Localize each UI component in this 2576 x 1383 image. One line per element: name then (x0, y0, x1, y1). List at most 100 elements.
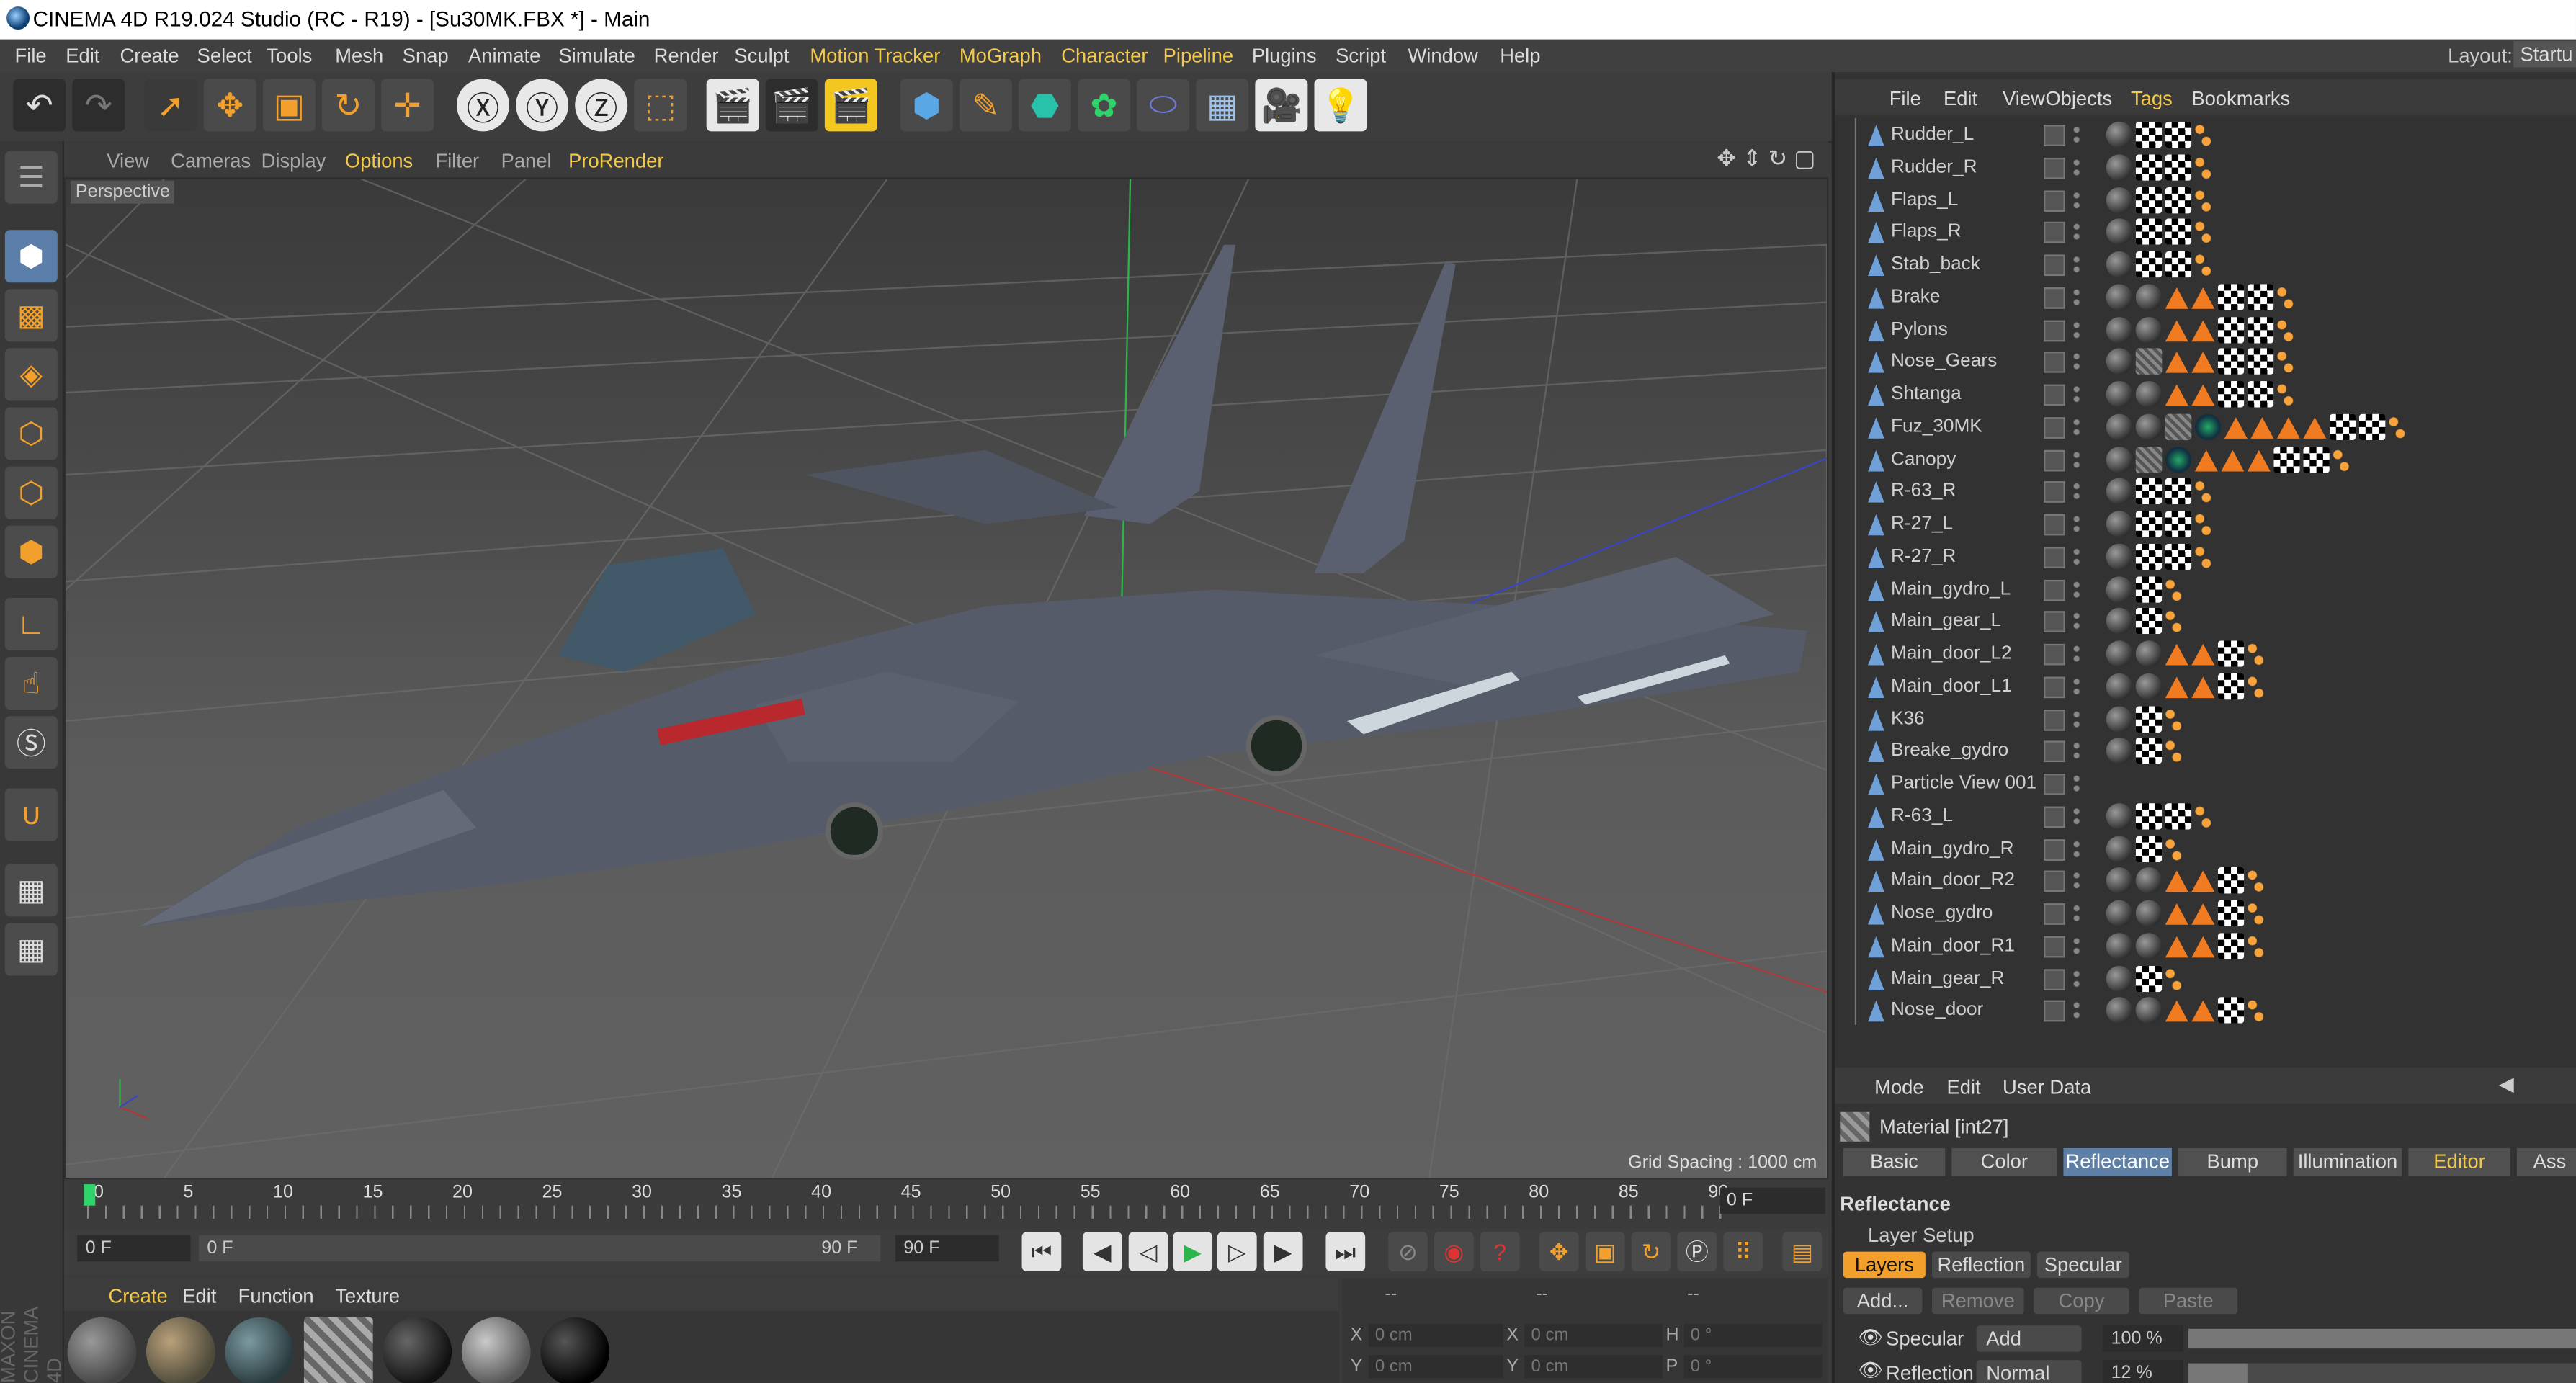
snap-magnet-icon[interactable]: ∪ (4, 788, 58, 841)
texture-tag-icon[interactable] (2217, 997, 2245, 1024)
scale-icon[interactable]: ▣ (262, 79, 316, 132)
texture-tag-icon[interactable] (2135, 738, 2163, 764)
specular-layer-tab[interactable]: Specular (2036, 1251, 2129, 1279)
texture-tag-icon[interactable] (2217, 381, 2245, 408)
object-row[interactable]: Main_door_R2 (1835, 866, 2576, 897)
phong-tag-icon[interactable] (2247, 932, 2264, 959)
planar-workplane-icon[interactable]: ▦ (4, 923, 58, 976)
reflection-strength-field[interactable]: 12 % (2103, 1360, 2183, 1383)
texture-tag-icon[interactable] (2135, 543, 2163, 570)
redo-icon[interactable]: ↷ (72, 79, 125, 132)
go-to-end-icon[interactable]: ⏭ (1325, 1232, 1366, 1271)
object-row[interactable]: R-27_R (1835, 542, 2576, 573)
texture-tag-icon[interactable] (2135, 121, 2163, 148)
deformer-icon[interactable]: ⬭ (1137, 79, 1190, 132)
object-row[interactable]: Flaps_L (1835, 185, 2576, 216)
start-frame-field[interactable]: 0 F (77, 1235, 191, 1262)
editor-visibility-icon[interactable] (2044, 189, 2065, 212)
editor-visibility-icon[interactable] (2044, 384, 2065, 406)
back-arrow-icon[interactable]: ◀ (2499, 1073, 2514, 1096)
phong-tag-icon[interactable] (2276, 381, 2294, 408)
key-scale-icon[interactable]: ▣ (1585, 1232, 1625, 1271)
texture-tag-icon[interactable] (2165, 543, 2192, 570)
object-row[interactable]: Breake_gydro (1835, 736, 2576, 767)
uvw-tag-icon[interactable] (2165, 413, 2192, 440)
obj-menu-file[interactable]: File (1889, 87, 1921, 110)
visibility-dots-icon[interactable] (2073, 774, 2080, 794)
mat-menu-edit[interactable]: Edit (182, 1284, 216, 1307)
visibility-dots-icon[interactable] (2073, 254, 2080, 274)
texture-tag-icon[interactable] (2135, 478, 2163, 505)
tab-illumination[interactable]: Illumination (2293, 1147, 2402, 1176)
add-layer-button[interactable]: Add... (1843, 1287, 1923, 1315)
material-ball[interactable] (67, 1317, 137, 1383)
material-tag-icon[interactable] (2106, 964, 2133, 992)
select-cursor-icon[interactable]: ➚ (144, 79, 197, 132)
material-tag-icon[interactable] (2135, 283, 2163, 310)
visibility-dots-icon[interactable] (2073, 643, 2080, 664)
material-tag-icon[interactable] (2106, 348, 2133, 375)
editor-visibility-icon[interactable] (2044, 481, 2065, 503)
texture-tag-icon[interactable] (2303, 446, 2330, 473)
visibility-dots-icon[interactable] (2073, 157, 2080, 177)
editor-visibility-icon[interactable] (2044, 416, 2065, 439)
menu-tools[interactable]: Tools (266, 45, 312, 68)
visibility-dots-icon[interactable] (2073, 871, 2080, 891)
reflection-blend-mode[interactable]: Normal (1976, 1360, 2082, 1383)
vp-menu-options[interactable]: Options (345, 150, 413, 173)
polygons-mode-icon[interactable]: ⬢ (4, 525, 58, 578)
reflection-strength-slider[interactable] (2188, 1363, 2576, 1383)
object-row[interactable]: Main_gear_R (1835, 963, 2576, 994)
3d-viewport[interactable]: Perspective Grid Spacing : 1000 cm (63, 177, 1829, 1180)
phong-tag-icon[interactable] (2388, 413, 2405, 440)
material-tag-icon[interactable] (2106, 121, 2133, 148)
phong-warning-tag-icon[interactable] (2165, 936, 2188, 957)
attr-menu-edit[interactable]: Edit (1947, 1076, 1981, 1099)
phong-tag-icon[interactable] (2165, 964, 2182, 992)
visibility-dots-icon[interactable] (2073, 806, 2080, 826)
phong-warning-tag-icon[interactable] (2276, 416, 2300, 439)
phong-warning-tag-icon[interactable] (2221, 449, 2245, 471)
solo-icon[interactable]: Ⓢ (4, 716, 58, 769)
material-tag-icon[interactable] (2135, 673, 2163, 699)
material-ball[interactable] (303, 1317, 373, 1383)
editor-visibility-icon[interactable] (2044, 936, 2065, 957)
move-icon[interactable]: ✥ (203, 79, 256, 132)
visibility-dots-icon[interactable] (2073, 222, 2080, 242)
phong-warning-tag-icon[interactable] (2194, 449, 2218, 471)
points-mode-icon[interactable]: ⬡ (4, 407, 58, 460)
rotate-icon[interactable]: ↻ (321, 79, 375, 132)
obj-menu-tags[interactable]: Tags (2131, 87, 2173, 110)
phong-warning-tag-icon[interactable] (2165, 287, 2188, 309)
previous-frame-icon[interactable]: ◁ (1128, 1232, 1168, 1271)
material-tag-icon[interactable] (2106, 608, 2133, 635)
vp-menu-cameras[interactable]: Cameras (171, 150, 251, 173)
visibility-dots-icon[interactable] (2073, 319, 2080, 339)
texture-tag-icon[interactable] (2247, 283, 2274, 310)
phong-warning-tag-icon[interactable] (2191, 903, 2215, 925)
menu-render[interactable]: Render (654, 45, 719, 68)
workplane-mode-icon[interactable]: ◈ (4, 348, 58, 401)
material-tag-icon[interactable] (2106, 413, 2133, 440)
visibility-dots-icon[interactable] (2073, 611, 2080, 632)
material-tag-icon[interactable] (2135, 381, 2163, 408)
texture-tag-icon[interactable] (2135, 705, 2163, 732)
menu-edit[interactable]: Edit (66, 45, 99, 68)
layout-selector[interactable]: Layout: Startu (2448, 40, 2576, 73)
editor-visibility-icon[interactable] (2044, 254, 2065, 277)
vp-menu-view[interactable]: View (107, 150, 149, 173)
texture-tag-icon[interactable] (2135, 251, 2163, 278)
material-tag-icon[interactable] (2106, 738, 2133, 764)
end-frame-field[interactable]: 90 F (895, 1235, 999, 1262)
visibility-dots-icon[interactable] (2073, 936, 2080, 956)
menu-pipeline[interactable]: Pipeline (1163, 45, 1233, 68)
material-tag-icon[interactable] (2135, 932, 2163, 959)
phong-tag-icon[interactable] (2165, 835, 2182, 862)
object-row[interactable]: Rudder_L (1835, 120, 2576, 151)
object-row[interactable]: Stab_back (1835, 250, 2576, 281)
editor-visibility-icon[interactable] (2044, 806, 2065, 828)
material-tag-icon[interactable] (2106, 153, 2133, 181)
texture-tag-icon[interactable] (2217, 283, 2245, 310)
texture-tag-icon[interactable] (2217, 932, 2245, 959)
texture-tag-icon[interactable] (2165, 218, 2192, 246)
